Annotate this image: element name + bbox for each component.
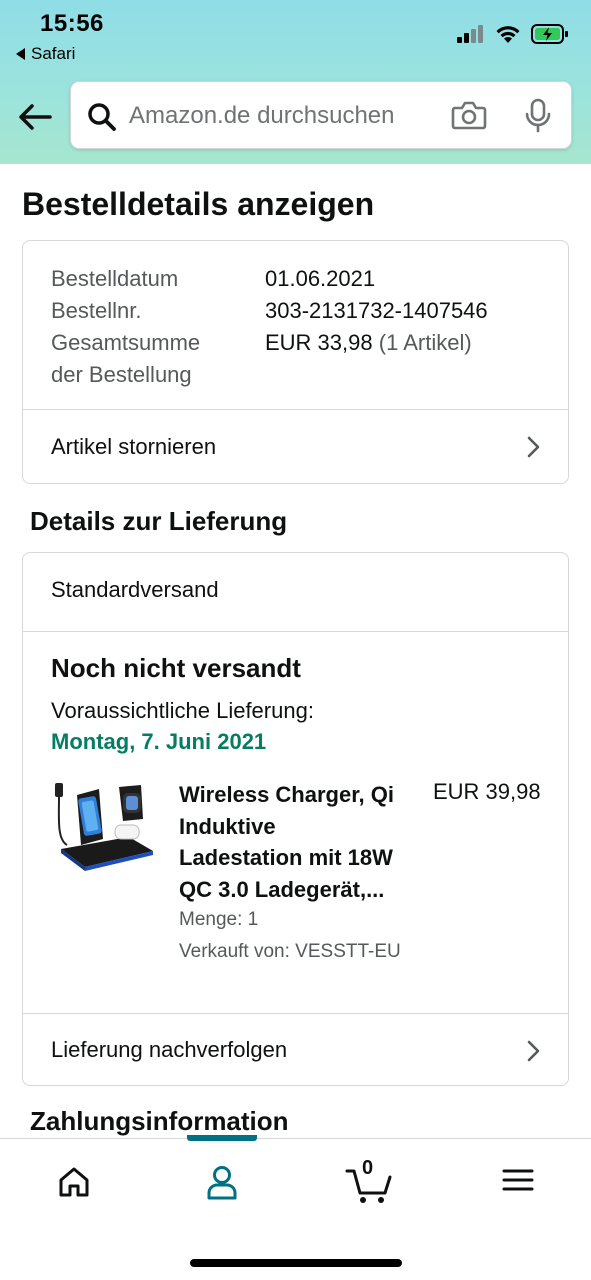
home-icon [59, 1167, 89, 1197]
estimated-delivery-date: Montag, 7. Juni 2021 [51, 729, 267, 754]
order-total-row: Gesamtsumme der Bestellung EUR 33,98 (1 … [51, 327, 488, 391]
search-icon [88, 103, 116, 131]
bottom-tab-bar: 0 [0, 1135, 591, 1280]
tab-cart[interactable]: 0 [344, 1157, 394, 1205]
order-total-value-group: EUR 33,98 (1 Artikel) [265, 327, 472, 391]
delivery-section-title: Details zur Lieferung [30, 506, 288, 536]
cart-count-badge: 0 [362, 1157, 374, 1179]
hamburger-menu-icon [502, 1169, 534, 1191]
page-title: Bestelldetails anzeigen [22, 186, 375, 222]
product-title-line1: Wireless Charger, Qi [179, 782, 395, 807]
order-total-label: Gesamtsumme der Bestellung [51, 327, 265, 391]
back-app-label: Safari [31, 44, 76, 63]
wifi-icon [496, 26, 520, 43]
delivery-card: Standardversand Noch nicht versandt Vora… [22, 552, 569, 1086]
product-quantity: Menge: 1 [179, 909, 259, 930]
search-input[interactable] [129, 98, 429, 134]
product-title-line2: Induktive [179, 813, 276, 839]
order-summary-card: Bestelldatum 01.06.2021 Bestellnr. 303-2… [22, 240, 569, 484]
back-triangle-icon [16, 48, 25, 60]
cancel-items-label: Artikel stornieren [51, 433, 217, 459]
battery-charging-icon [531, 24, 568, 44]
product-price: EUR 39,98 [433, 779, 541, 804]
estimated-delivery-label: Voraussichtliche Lieferung: [51, 698, 314, 723]
back-to-safari[interactable]: Safari [16, 44, 75, 64]
chevron-right-icon [527, 1040, 540, 1062]
order-date-label: Bestelldatum [51, 266, 179, 291]
status-time: 15:56 [40, 10, 104, 37]
status-icons [457, 24, 569, 44]
active-tab-indicator [187, 1135, 257, 1141]
divider [23, 631, 568, 632]
shipment-status: Noch nicht versandt [51, 653, 301, 683]
order-total-items: (1 Artikel) [378, 330, 472, 355]
order-summary-details: Bestelldatum 01.06.2021 Bestellnr. 303-2… [51, 263, 488, 391]
microphone-icon[interactable] [523, 98, 553, 134]
product-image[interactable] [53, 779, 157, 875]
tab-menu[interactable] [494, 1165, 542, 1205]
order-total-label-line2: der Bestellung [51, 362, 192, 387]
search-bar[interactable] [70, 81, 572, 149]
order-total-label-line1: Gesamtsumme [51, 330, 201, 355]
tab-account[interactable] [198, 1165, 246, 1205]
order-number-value: 303-2131732-1407546 [265, 298, 488, 323]
product-title-line4: QC 3.0 Ladegerät,... [179, 876, 385, 902]
product-title-link[interactable]: Wireless Charger, Qi Induktive Ladestati… [179, 779, 429, 905]
payment-section-title: Zahlungsinformation [30, 1106, 289, 1136]
app-header: 15:56 Safari [0, 0, 591, 164]
product-seller: Verkauft von: VESSTT-EU [179, 941, 401, 962]
order-date-value: 01.06.2021 [265, 266, 376, 291]
signal-icon [457, 25, 483, 43]
order-total-value: EUR 33,98 [265, 330, 373, 355]
tab-home[interactable] [50, 1165, 98, 1205]
home-indicator[interactable] [190, 1259, 402, 1267]
back-arrow-icon[interactable] [16, 99, 54, 135]
shipping-method: Standardversand [51, 577, 219, 602]
cancel-items-link[interactable]: Artikel stornieren [23, 409, 568, 483]
camera-icon[interactable] [451, 100, 487, 130]
order-number-label: Bestellnr. [51, 298, 142, 323]
order-number-row: Bestellnr. 303-2131732-1407546 [51, 295, 488, 327]
chevron-right-icon [527, 436, 540, 458]
account-icon [207, 1166, 237, 1200]
order-date-row: Bestelldatum 01.06.2021 [51, 263, 488, 295]
track-delivery-link[interactable]: Lieferung nachverfolgen [23, 1013, 568, 1086]
product-title-line3: Ladestation mit 18W [179, 845, 393, 870]
track-delivery-label: Lieferung nachverfolgen [51, 1037, 288, 1062]
